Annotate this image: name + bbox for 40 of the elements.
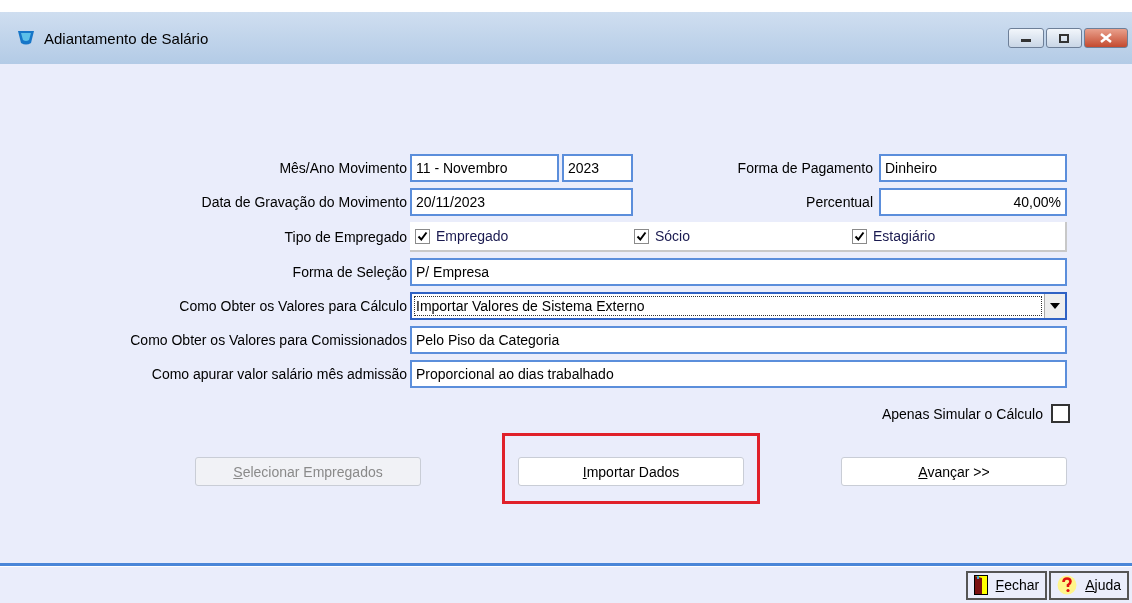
input-field[interactable]: 11 - Novembro <box>410 154 559 182</box>
action-button[interactable]: Avançar >> <box>841 457 1067 486</box>
checkbox[interactable] <box>852 228 867 244</box>
field-label: Como Obter os Valores para Comissionados <box>130 332 408 348</box>
field-label: Tipo de Empregado <box>284 229 408 245</box>
maximize-icon <box>1059 33 1069 43</box>
input-field[interactable]: P/ Empresa <box>410 258 1067 286</box>
field-label: Data de Gravação do Movimento <box>201 194 408 210</box>
help-icon <box>1057 575 1078 595</box>
checkbox[interactable] <box>1051 404 1070 423</box>
field-label: Forma de Seleção <box>292 264 408 280</box>
field-label: Forma de Pagamento <box>736 160 874 176</box>
checkbox-label: Apenas Simular o Cálculo <box>881 405 1043 422</box>
input-field[interactable]: Proporcional ao dias trabalhado <box>410 360 1067 388</box>
close-button[interactable] <box>1084 28 1128 48</box>
minimize-button[interactable] <box>1008 28 1044 48</box>
field-label: Percentual <box>805 194 874 210</box>
field-label: Como apurar valor salário mês admissão <box>151 366 408 382</box>
help-button[interactable]: Ajuda <box>1049 570 1129 600</box>
action-button[interactable]: Importar Dados <box>518 457 744 486</box>
input-field[interactable]: 20/11/2023 <box>410 188 633 216</box>
input-field[interactable]: 40,00% <box>879 188 1067 216</box>
checkbox-label: Empregado <box>436 228 509 244</box>
checkbox[interactable] <box>634 228 649 244</box>
app-icon <box>18 31 34 45</box>
field-label: Como Obter os Valores para Cálculo <box>179 298 408 314</box>
field-label: Mês/Ano Movimento <box>279 160 408 176</box>
checkbox[interactable] <box>415 228 430 244</box>
input-field[interactable]: Pelo Piso da Categoria <box>410 326 1067 354</box>
maximize-button[interactable] <box>1046 28 1082 48</box>
input-field[interactable]: 2023 <box>562 154 633 182</box>
checkbox-label: Sócio <box>655 228 691 244</box>
door-icon <box>973 575 988 595</box>
dropdown[interactable]: Importar Valores de Sistema Externo <box>410 292 1067 320</box>
close-icon <box>1100 33 1112 43</box>
checkbox-label: Estagiário <box>873 228 936 244</box>
window-title: Adiantamento de Salário <box>44 29 210 47</box>
caret-icon <box>1050 303 1060 309</box>
input-field[interactable]: Dinheiro <box>879 154 1067 182</box>
close-button[interactable]: Fechar <box>965 570 1048 600</box>
